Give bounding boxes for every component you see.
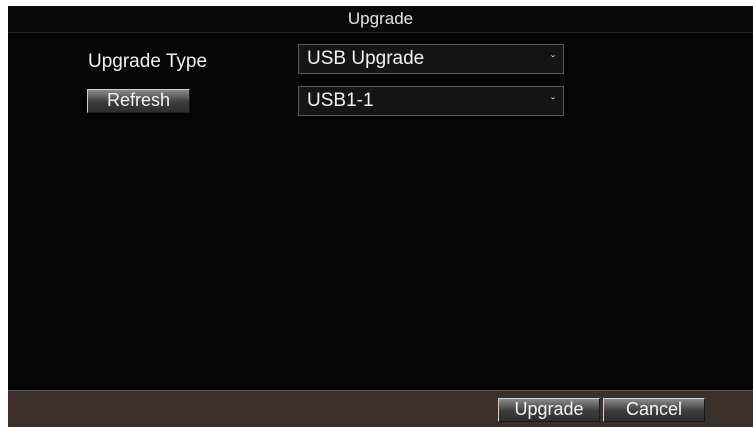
dialog-title: Upgrade — [8, 6, 753, 33]
upgrade-type-value: USB Upgrade — [307, 48, 425, 69]
chevron-down-icon: ˇ — [551, 95, 555, 109]
upgrade-type-label: Upgrade Type — [88, 51, 208, 72]
dialog-footer: Upgrade Cancel — [8, 390, 753, 427]
refresh-button[interactable]: Refresh — [87, 89, 190, 113]
upgrade-dialog: Upgrade Upgrade Type USB Upgrade ˇ Refre… — [8, 6, 753, 427]
upgrade-type-select[interactable]: USB Upgrade ˇ — [298, 44, 564, 74]
device-value: USB1-1 — [307, 90, 374, 111]
chevron-down-icon: ˇ — [551, 53, 555, 67]
cancel-button[interactable]: Cancel — [603, 398, 705, 422]
upgrade-button[interactable]: Upgrade — [498, 398, 600, 422]
device-select[interactable]: USB1-1 ˇ — [298, 86, 564, 116]
